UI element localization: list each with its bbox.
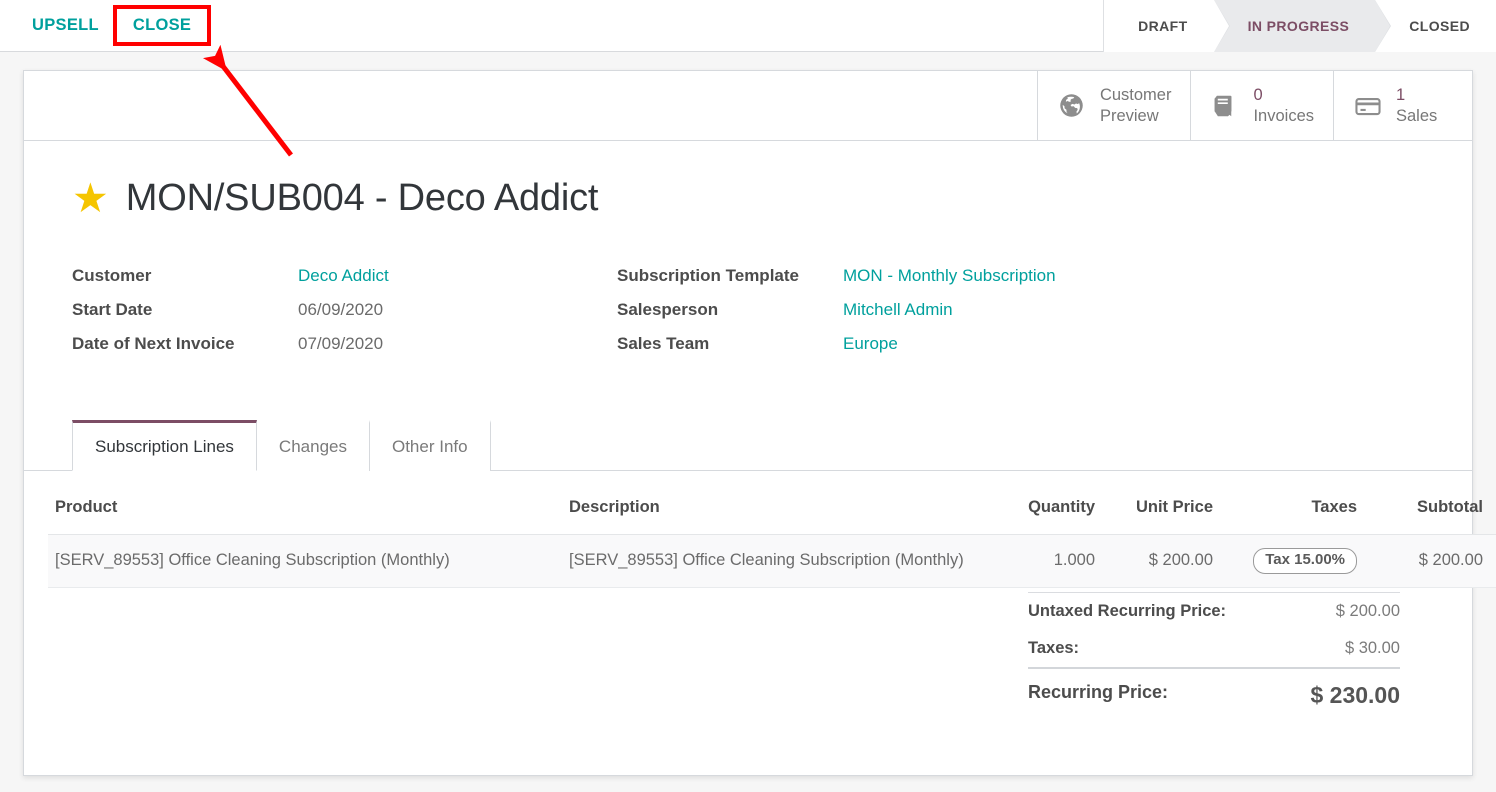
stat-button-box: Customer Preview 0 Invoices [24,71,1472,141]
field-salesperson-value[interactable]: Mitchell Admin [843,300,953,320]
field-sales-team-label: Sales Team [617,334,843,354]
form-body: ★ MON/SUB004 - Deco Addict Customer Deco… [24,141,1472,718]
control-panel-buttons: UPSELL CLOSE [0,9,207,42]
field-subscription-template-value[interactable]: MON - Monthly Subscription [843,266,1056,286]
status-in-progress-label: IN PROGRESS [1248,18,1350,34]
status-draft[interactable]: DRAFT [1104,0,1213,52]
field-next-invoice-date-label: Date of Next Invoice [72,334,298,354]
customer-preview-line2: Preview [1100,106,1172,126]
header-taxes[interactable]: Taxes [1220,471,1364,535]
field-next-invoice-date: Date of Next Invoice 07/09/2020 [72,334,617,354]
total-untaxed-value: $ 200.00 [1336,602,1400,621]
field-sales-team-value[interactable]: Europe [843,334,898,354]
field-customer: Customer Deco Addict [72,266,617,286]
invoices-button[interactable]: 0 Invoices [1190,71,1333,140]
sales-label: 1 Sales [1396,85,1437,125]
tax-badge: Tax 15.00% [1253,548,1357,574]
book-icon [1210,91,1240,121]
field-salesperson-label: Salesperson [617,300,843,320]
field-sales-team: Sales Team Europe [617,334,1162,354]
field-group: Customer Deco Addict Start Date 06/09/20… [72,266,1424,368]
total-taxes-value: $ 30.00 [1345,639,1400,658]
globe-icon [1057,91,1087,121]
upsell-button[interactable]: UPSELL [22,10,109,41]
field-customer-label: Customer [72,266,298,286]
tab-subscription-lines[interactable]: Subscription Lines [72,420,257,471]
total-taxes: Taxes: $ 30.00 [1028,630,1400,667]
total-recurring-price-value: $ 230.00 [1310,682,1400,709]
sales-count: 1 [1396,85,1437,105]
status-draft-label: DRAFT [1138,18,1187,34]
close-button[interactable]: CLOSE [117,9,207,42]
column-options-button[interactable] [1490,471,1496,535]
field-customer-value[interactable]: Deco Addict [298,266,389,286]
status-closed-label: CLOSED [1409,18,1470,34]
sales-text: Sales [1396,106,1437,126]
cell-options [1490,535,1496,588]
status-arrow [1214,0,1229,52]
invoices-text: Invoices [1253,106,1314,126]
page-title: MON/SUB004 - Deco Addict [126,177,599,220]
header-subtotal[interactable]: Subtotal [1364,471,1490,535]
cell-description[interactable]: [SERV_89553] Office Cleaning Subscriptio… [562,535,1006,588]
statusbar: DRAFT IN PROGRESS CLOSED [1103,0,1496,52]
customer-preview-label: Customer Preview [1100,85,1172,125]
record-title: ★ MON/SUB004 - Deco Addict [72,177,1424,220]
total-recurring-price: Recurring Price: $ 230.00 [1028,667,1400,718]
cell-unit-price[interactable]: $ 200.00 [1102,535,1220,588]
control-panel: UPSELL CLOSE DRAFT IN PROGRESS CLOSED [0,0,1496,52]
header-unit-price[interactable]: Unit Price [1102,471,1220,535]
credit-card-icon [1353,91,1383,121]
total-untaxed-label: Untaxed Recurring Price: [1028,602,1226,621]
cell-quantity[interactable]: 1.000 [1006,535,1102,588]
total-recurring-price-label: Recurring Price: [1028,682,1168,709]
sales-button[interactable]: 1 Sales [1333,71,1472,140]
field-subscription-template-label: Subscription Template [617,266,843,286]
field-start-date-label: Start Date [72,300,298,320]
field-column-left: Customer Deco Addict Start Date 06/09/20… [72,266,617,368]
cell-taxes[interactable]: Tax 15.00% [1220,535,1364,588]
invoices-count: 0 [1253,85,1314,105]
cell-subtotal[interactable]: $ 200.00 [1364,535,1490,588]
totals-block: Untaxed Recurring Price: $ 200.00 Taxes:… [72,592,1424,718]
customer-preview-button[interactable]: Customer Preview [1037,71,1191,140]
notebook-tabs: Subscription Lines Changes Other Info [24,420,1472,471]
field-subscription-template: Subscription Template MON - Monthly Subs… [617,266,1162,286]
header-product[interactable]: Product [48,471,562,535]
header-description[interactable]: Description [562,471,1006,535]
cell-product[interactable]: [SERV_89553] Office Cleaning Subscriptio… [48,535,562,588]
total-untaxed: Untaxed Recurring Price: $ 200.00 [1028,592,1400,630]
customer-preview-line1: Customer [1100,85,1172,105]
field-column-right: Subscription Template MON - Monthly Subs… [617,266,1162,368]
table-row[interactable]: [SERV_89553] Office Cleaning Subscriptio… [48,535,1496,588]
header-quantity[interactable]: Quantity [1006,471,1102,535]
field-salesperson: Salesperson Mitchell Admin [617,300,1162,320]
field-start-date: Start Date 06/09/2020 [72,300,617,320]
form-sheet: Customer Preview 0 Invoices [23,70,1473,776]
tab-other-info[interactable]: Other Info [369,420,491,471]
field-start-date-value[interactable]: 06/09/2020 [298,300,383,320]
invoices-label: 0 Invoices [1253,85,1314,125]
status-in-progress[interactable]: IN PROGRESS [1214,0,1376,52]
tab-changes[interactable]: Changes [256,420,370,471]
star-icon[interactable]: ★ [72,178,109,219]
total-taxes-label: Taxes: [1028,639,1079,658]
table-header-row: Product Description Quantity Unit Price … [48,471,1496,535]
subscription-lines-table: Product Description Quantity Unit Price … [24,471,1472,588]
status-closed[interactable]: CLOSED [1375,0,1496,52]
field-next-invoice-date-value[interactable]: 07/09/2020 [298,334,383,354]
status-arrow [1375,0,1390,52]
